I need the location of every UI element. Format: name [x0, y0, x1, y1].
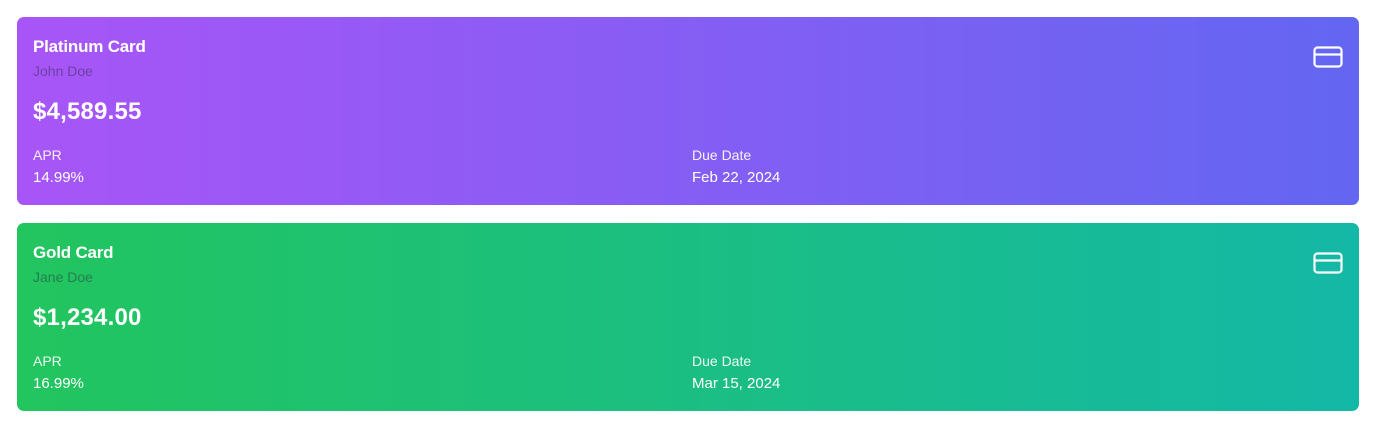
- due-date-label: Due Date: [692, 353, 752, 369]
- credit-card-icon: [1313, 252, 1343, 274]
- card-holder-name: John Doe: [33, 63, 93, 79]
- due-date-value: Feb 22, 2024: [692, 169, 781, 186]
- apr-label: APR: [33, 353, 62, 369]
- card-balance: $1,234.00: [33, 304, 142, 331]
- card-title: Platinum Card: [33, 37, 146, 56]
- apr-label: APR: [33, 147, 62, 163]
- credit-card-icon: [1313, 46, 1343, 68]
- due-date-label: Due Date: [692, 147, 752, 163]
- card-title: Gold Card: [33, 243, 114, 262]
- apr-value: 14.99%: [33, 169, 84, 186]
- card-list: Platinum Card John Doe $4,589.55 APR 14.…: [17, 17, 1359, 429]
- card-holder-name: Jane Doe: [33, 269, 93, 285]
- apr-value: 16.99%: [33, 375, 84, 392]
- due-date-value: Mar 15, 2024: [692, 375, 781, 392]
- credit-card-gold[interactable]: Gold Card Jane Doe $1,234.00 APR 16.99% …: [17, 223, 1359, 411]
- credit-card-platinum[interactable]: Platinum Card John Doe $4,589.55 APR 14.…: [17, 17, 1359, 205]
- card-balance: $4,589.55: [33, 98, 142, 125]
